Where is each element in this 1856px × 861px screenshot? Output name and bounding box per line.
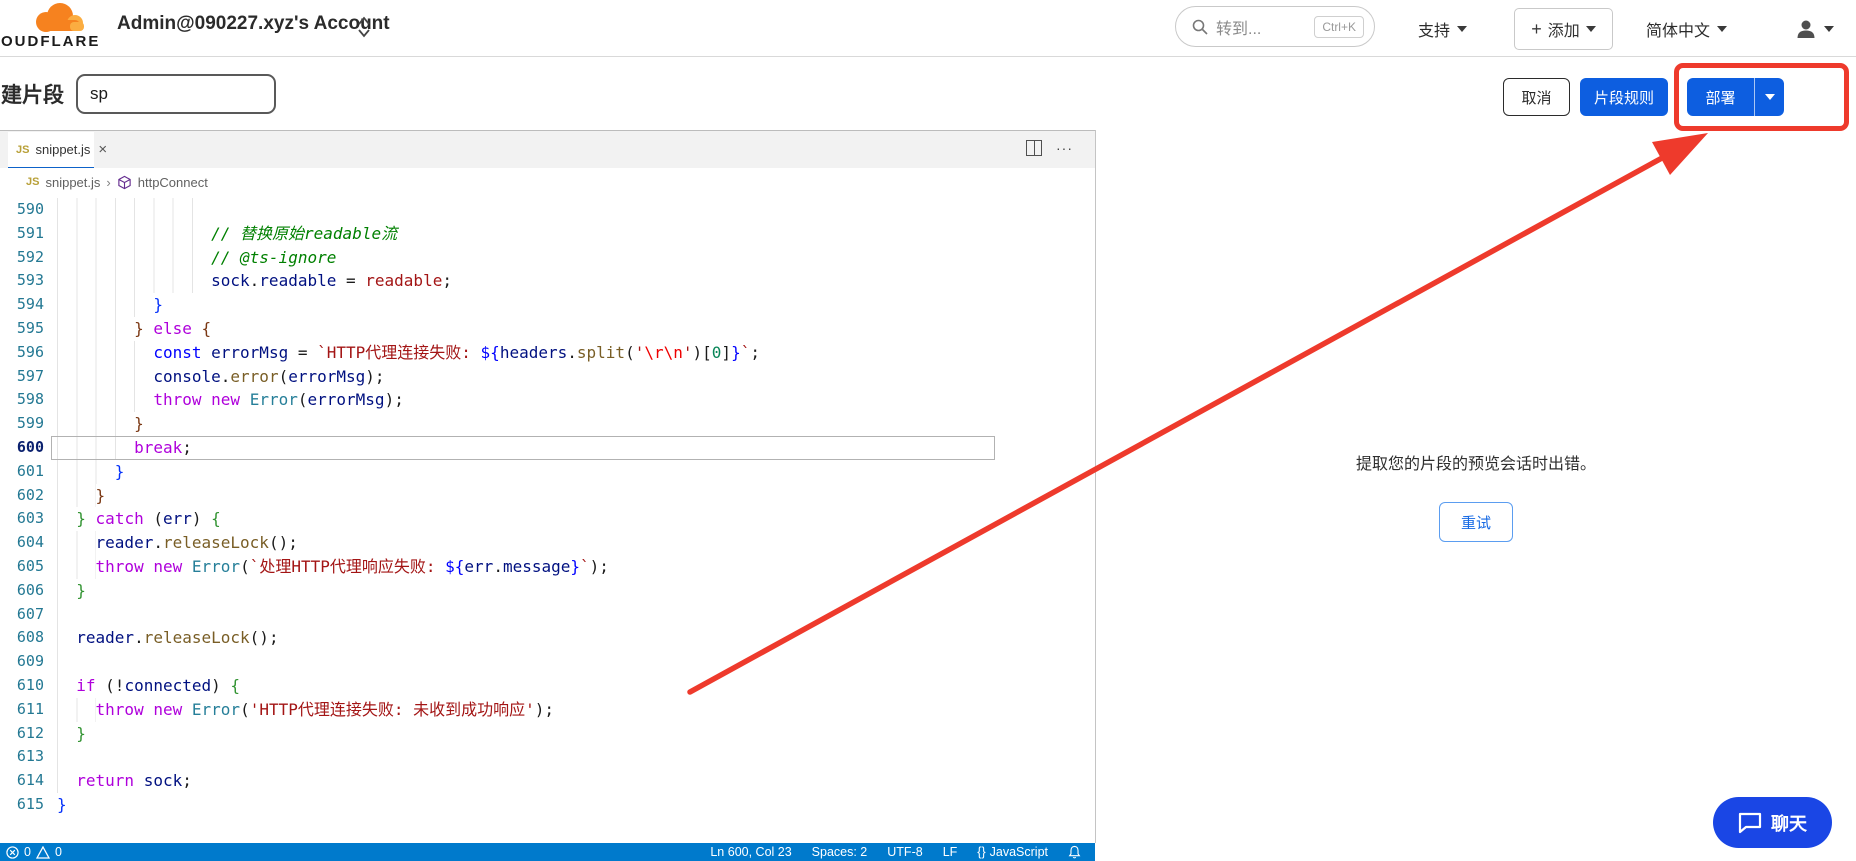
global-search[interactable]: 转到... Ctrl+K bbox=[1175, 6, 1375, 47]
breadcrumb-symbol[interactable]: httpConnect bbox=[138, 175, 208, 190]
deploy-split-button[interactable]: 部署 bbox=[1687, 78, 1784, 116]
indentation-setting[interactable]: Spaces: 2 bbox=[812, 845, 868, 859]
chat-label: 聊天 bbox=[1771, 810, 1807, 836]
breadcrumb-separator: › bbox=[106, 175, 110, 190]
code-line[interactable]: 604 reader.releaseLock(); bbox=[0, 531, 1095, 555]
more-actions-icon[interactable]: ··· bbox=[1056, 140, 1073, 156]
warning-icon bbox=[36, 846, 50, 859]
code-line[interactable]: 603 } catch (err) { bbox=[0, 507, 1095, 531]
warning-count: 0 bbox=[55, 845, 62, 859]
editor-tab-bar: JS snippet.js × ··· bbox=[0, 130, 1095, 168]
code-line[interactable]: 614 return sock; bbox=[0, 769, 1095, 793]
language-label: 简体中文 bbox=[1646, 17, 1710, 41]
code-line[interactable]: 591 // 替换原始readable流 bbox=[0, 222, 1095, 246]
chevron-down-icon bbox=[1717, 26, 1727, 32]
code-line[interactable]: 599 } bbox=[0, 412, 1095, 436]
code-line[interactable]: 594 } bbox=[0, 293, 1095, 317]
eol-setting[interactable]: LF bbox=[943, 845, 958, 859]
cloudflare-logo: OUDFLARE bbox=[0, 2, 110, 52]
chat-bubble-icon bbox=[1738, 812, 1762, 834]
javascript-file-icon: JS bbox=[26, 176, 39, 188]
deploy-dropdown-button[interactable] bbox=[1754, 78, 1784, 116]
close-icon[interactable]: × bbox=[98, 141, 107, 158]
cloudflare-cloud-icon bbox=[30, 2, 92, 34]
chat-button[interactable]: 聊天 bbox=[1713, 797, 1832, 848]
code-line[interactable]: 602 } bbox=[0, 484, 1095, 508]
user-menu[interactable] bbox=[1795, 0, 1834, 57]
chevron-down-icon bbox=[1586, 26, 1596, 32]
code-line[interactable]: 601 } bbox=[0, 460, 1095, 484]
code-line[interactable]: 607 bbox=[0, 603, 1095, 627]
code-line[interactable]: 600 break; bbox=[0, 436, 1095, 460]
cancel-button[interactable]: 取消 bbox=[1503, 78, 1570, 116]
problems-status[interactable]: 0 0 bbox=[6, 845, 62, 859]
code-line[interactable]: 612 } bbox=[0, 722, 1095, 746]
code-lines: 590 591 // 替换原始readable流592 // @ts-ignor… bbox=[0, 198, 1095, 817]
chevron-down-icon bbox=[1765, 94, 1775, 100]
search-icon bbox=[1192, 19, 1208, 35]
add-menu-button[interactable]: + 添加 bbox=[1514, 8, 1613, 50]
support-label: 支持 bbox=[1418, 17, 1450, 41]
code-line[interactable]: 615} bbox=[0, 793, 1095, 817]
code-line[interactable]: 593 sock.readable = readable; bbox=[0, 269, 1095, 293]
symbol-cube-icon bbox=[117, 175, 132, 190]
language-menu[interactable]: 简体中文 bbox=[1646, 0, 1727, 57]
page-title: 建片段 bbox=[1, 79, 64, 109]
snippet-rules-button[interactable]: 片段规则 bbox=[1580, 78, 1668, 116]
javascript-file-icon: JS bbox=[16, 144, 29, 156]
snippet-action-bar: 建片段 取消 片段规则 部署 bbox=[0, 57, 1856, 130]
support-menu[interactable]: 支持 bbox=[1418, 0, 1467, 57]
code-line[interactable]: 590 bbox=[0, 198, 1095, 222]
code-line[interactable]: 611 throw new Error('HTTP代理连接失败: 未收到成功响应… bbox=[0, 698, 1095, 722]
code-line[interactable]: 592 // @ts-ignore bbox=[0, 246, 1095, 270]
error-count: 0 bbox=[24, 845, 31, 859]
retry-button[interactable]: 重试 bbox=[1439, 502, 1513, 542]
search-shortcut: Ctrl+K bbox=[1314, 16, 1364, 38]
editor-status-bar: 0 0 Ln 600, Col 23 Spaces: 2 UTF-8 LF {}… bbox=[0, 843, 1095, 861]
account-switcher-icon[interactable] bbox=[356, 14, 372, 45]
chevron-down-icon bbox=[1824, 26, 1834, 32]
logo-text: OUDFLARE bbox=[1, 33, 100, 50]
code-line[interactable]: 606 } bbox=[0, 579, 1095, 603]
breadcrumb-file[interactable]: snippet.js bbox=[45, 175, 100, 190]
tab-snippet-js[interactable]: JS snippet.js × bbox=[8, 132, 94, 169]
code-line[interactable]: 597 console.error(errorMsg); bbox=[0, 365, 1095, 389]
account-title: Admin@090227.xyz's Account bbox=[117, 13, 390, 35]
code-line[interactable]: 613 bbox=[0, 745, 1095, 769]
snippet-name-input[interactable] bbox=[76, 74, 276, 114]
code-line[interactable]: 608 reader.releaseLock(); bbox=[0, 626, 1095, 650]
braces-icon: {} bbox=[977, 845, 985, 859]
breadcrumb: JS snippet.js › httpConnect bbox=[0, 168, 1095, 196]
preview-panel: 提取您的片段的预览会话时出错。 重试 bbox=[1096, 130, 1856, 861]
top-header: OUDFLARE Admin@090227.xyz's Account 转到..… bbox=[0, 0, 1856, 57]
language-mode[interactable]: {} JavaScript bbox=[977, 845, 1048, 859]
code-line[interactable]: 598 throw new Error(errorMsg); bbox=[0, 388, 1095, 412]
tab-label: snippet.js bbox=[35, 142, 90, 157]
search-placeholder: 转到... bbox=[1216, 15, 1314, 39]
language-label: JavaScript bbox=[990, 845, 1048, 859]
code-line[interactable]: 595 } else { bbox=[0, 317, 1095, 341]
deploy-button[interactable]: 部署 bbox=[1687, 78, 1754, 116]
code-line[interactable]: 610 if (!connected) { bbox=[0, 674, 1095, 698]
plus-icon: + bbox=[1531, 19, 1542, 40]
cursor-position[interactable]: Ln 600, Col 23 bbox=[710, 845, 791, 859]
code-line[interactable]: 605 throw new Error(`处理HTTP代理响应失败: ${err… bbox=[0, 555, 1095, 579]
code-line[interactable]: 596 const errorMsg = `HTTP代理连接失败: ${head… bbox=[0, 341, 1095, 365]
encoding-setting[interactable]: UTF-8 bbox=[887, 845, 922, 859]
error-icon bbox=[6, 846, 19, 859]
user-icon bbox=[1795, 18, 1817, 40]
code-line[interactable]: 609 bbox=[0, 650, 1095, 674]
preview-error-message: 提取您的片段的预览会话时出错。 bbox=[1356, 450, 1596, 474]
chevron-down-icon bbox=[1457, 26, 1467, 32]
split-editor-icon[interactable] bbox=[1026, 140, 1042, 156]
add-label: 添加 bbox=[1548, 17, 1580, 41]
bell-icon[interactable] bbox=[1068, 845, 1081, 859]
code-editor[interactable]: 590 591 // 替换原始readable流592 // @ts-ignor… bbox=[0, 196, 1095, 835]
